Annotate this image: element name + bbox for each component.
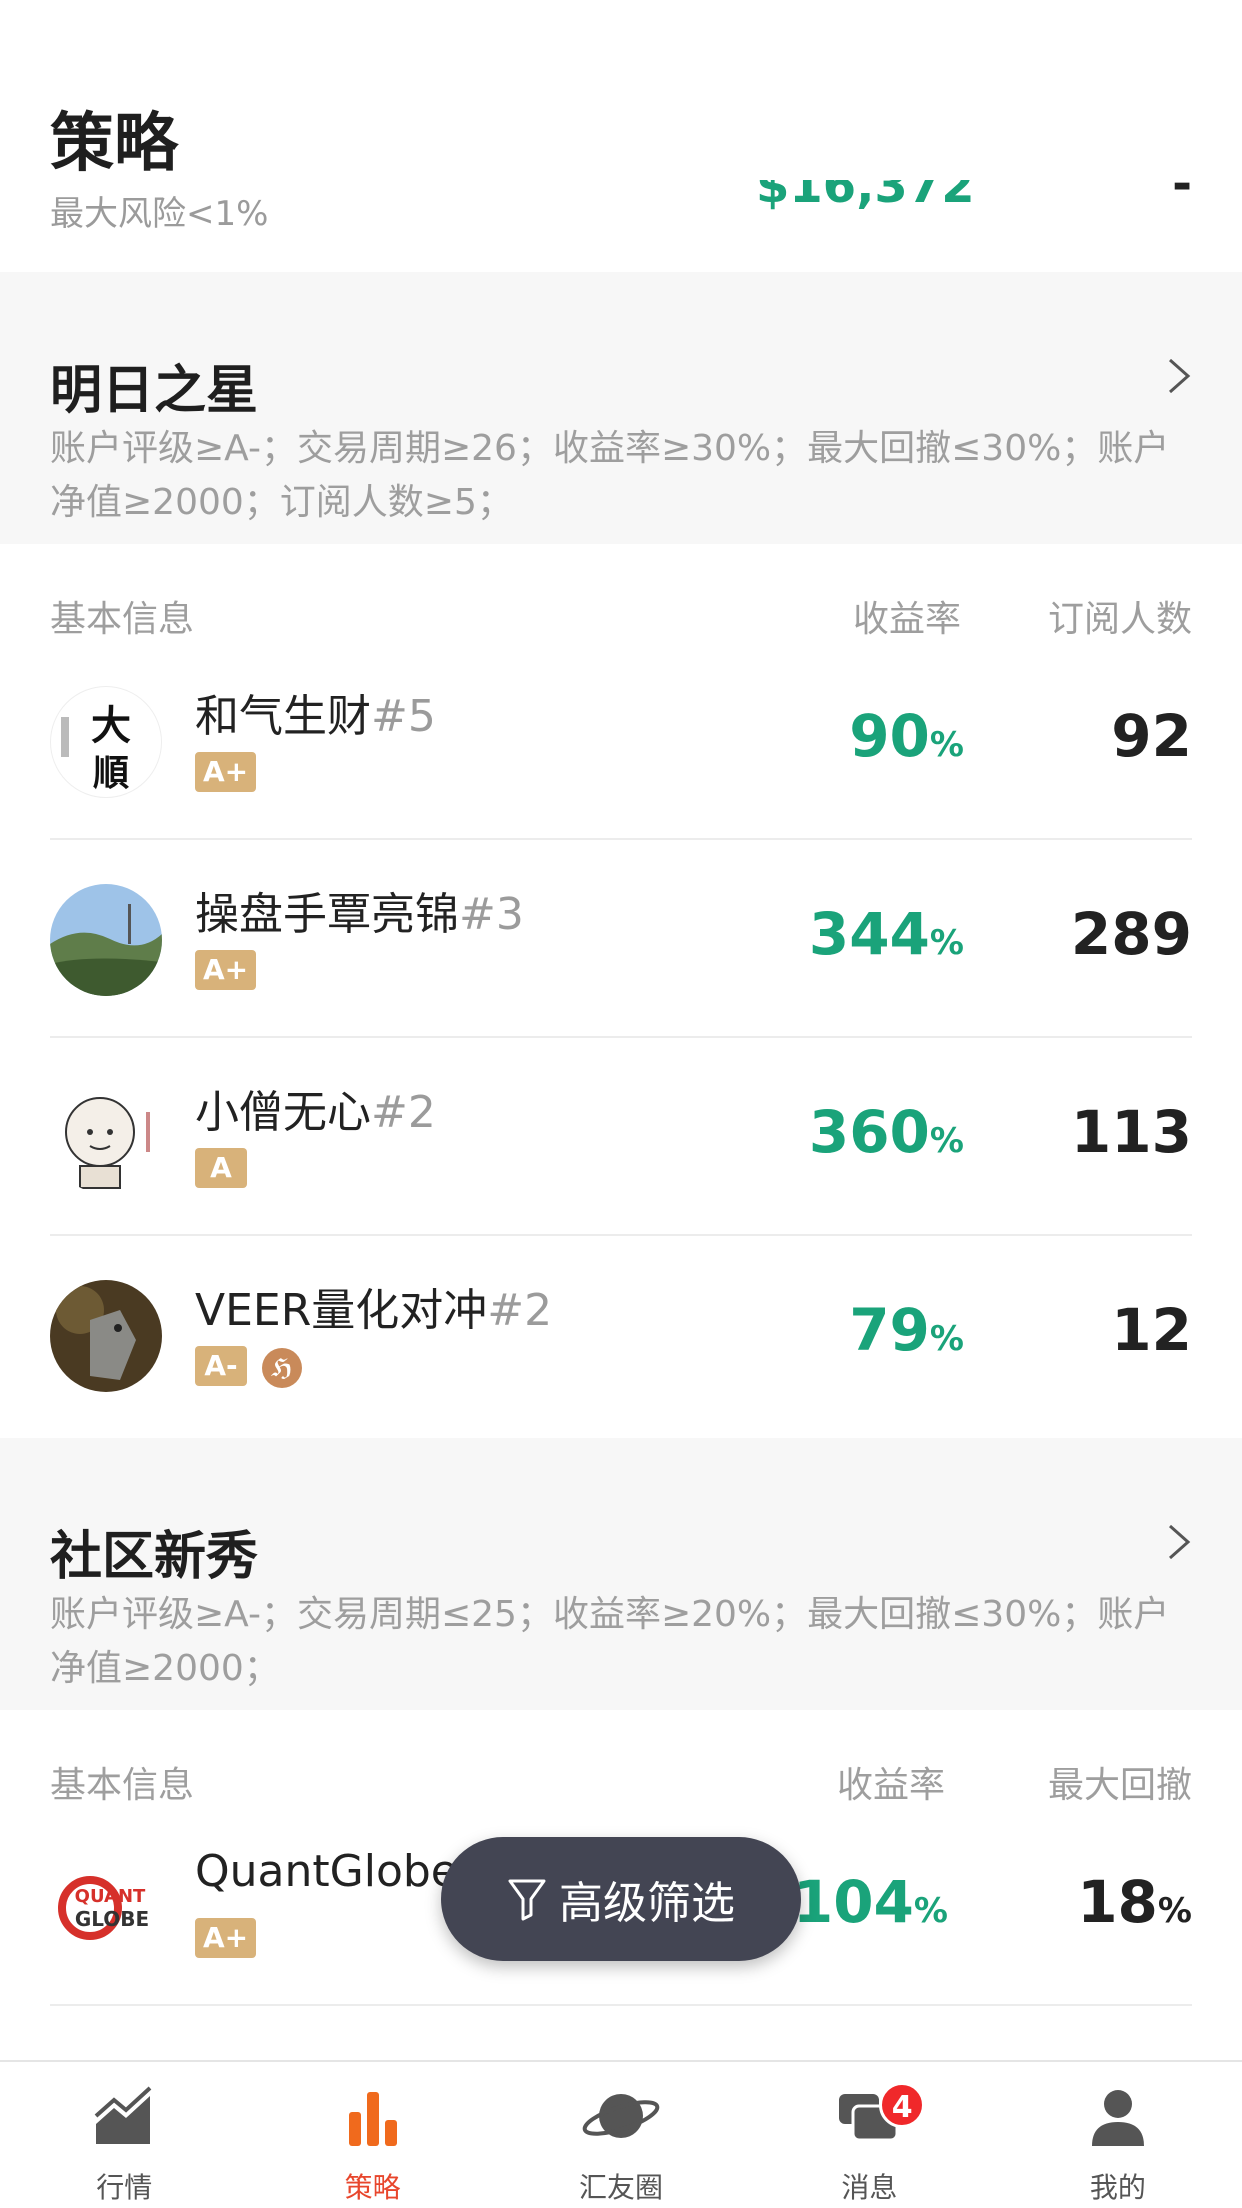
rating-badge: A+ <box>195 950 257 990</box>
col-subscribers: 订阅人数 <box>1047 599 1192 640</box>
rating-badge: A <box>195 1148 247 1188</box>
return-rate-unit: % <box>929 1121 964 1161</box>
col-rate: 收益率 <box>853 599 962 640</box>
trader-name: 小僧无心#2 <box>195 1076 436 1140</box>
return-rate-value: 79 <box>849 1296 930 1364</box>
avatar: QUANT GLOBE <box>50 1852 162 1964</box>
section-title: 明日之星 <box>50 361 259 421</box>
tab-market[interactable]: 行情 <box>0 2062 248 2208</box>
max-drawdown-unit: % <box>1157 1891 1192 1931</box>
amount-value: $16,372 <box>756 180 975 214</box>
return-rate: 360% <box>809 1098 964 1166</box>
page-title: 策略 <box>50 107 178 181</box>
trader-rank: #5 <box>371 691 436 742</box>
trader-rank: #2 <box>371 1087 436 1138</box>
svg-text:GLOBE: GLOBE <box>75 1907 149 1931</box>
list-item[interactable]: 大順 和气生财#5 A+ 90% 92 <box>0 642 1242 840</box>
col-max-drawdown: 最大回撤 <box>1047 1765 1192 1806</box>
return-rate-value: 360 <box>808 1098 930 1166</box>
max-drawdown: 18% <box>1077 1868 1192 1936</box>
subscriber-count-value: 12 <box>1111 1296 1192 1364</box>
tab-label: 汇友圈 <box>579 2171 664 2204</box>
subscriber-count-value: 92 <box>1111 702 1192 770</box>
subscriber-count: 12 <box>1111 1296 1192 1364</box>
chevron-right-icon <box>1169 358 1191 394</box>
avatar: 大順 <box>50 686 162 798</box>
list-item[interactable]: 小僧无心#2 A 360% 113 <box>0 1038 1242 1236</box>
tab-label: 行情 <box>96 2171 153 2204</box>
return-rate: 344% <box>809 900 964 968</box>
return-rate-value: 90 <box>849 702 930 770</box>
trader-name: 和气生财#5 <box>195 680 436 744</box>
avatar <box>50 1280 162 1392</box>
svg-text:QUANT: QUANT <box>75 1886 146 1907</box>
subscriber-count-value: 289 <box>1070 900 1192 968</box>
tab-label: 我的 <box>1089 2171 1146 2204</box>
col-basic-info: 基本信息 <box>50 1765 195 1806</box>
trader-rank: #2 <box>487 1285 553 1336</box>
trader-name: VEER量化对冲#2 <box>195 1274 552 1338</box>
planet-icon <box>582 2094 660 2138</box>
risk-subtitle: 最大风险<1% <box>50 194 269 234</box>
rating-badge: A- <box>195 1346 247 1386</box>
col-basic-info: 基本信息 <box>50 599 195 640</box>
max-drawdown-value: 18 <box>1077 1868 1158 1936</box>
return-rate-unit: % <box>913 1891 948 1931</box>
dash-value: - <box>1172 180 1192 212</box>
advanced-filter-button[interactable]: 高级筛选 <box>441 1837 801 1961</box>
rating-badge: A+ <box>195 752 257 792</box>
filter-icon <box>508 1879 546 1921</box>
return-rate-value: 104 <box>792 1868 914 1936</box>
col-rate: 收益率 <box>837 1765 946 1806</box>
subscriber-count: 92 <box>1111 702 1192 770</box>
tab-profile[interactable]: 我的 <box>994 2062 1242 2208</box>
trader-name-text: VEER量化对冲 <box>195 1285 488 1336</box>
certified-icon: ℌ <box>262 1348 302 1388</box>
section-title: 社区新秀 <box>50 1527 259 1587</box>
section-header-tomorrow-star[interactable]: 明日之星 账户评级≥A-；交易周期≥26；收益率≥30%；最大回撤≤30%；账户… <box>0 272 1242 544</box>
clipped-strategy-row[interactable]: 最大风险<1% $16,372 - <box>0 180 1242 270</box>
trader-name-text: 操盘手覃亮锦 <box>195 889 459 940</box>
return-rate: 79% <box>849 1296 964 1364</box>
tab-label: 策略 <box>344 2171 401 2204</box>
rating-badge: A+ <box>195 1918 257 1958</box>
return-rate: 90% <box>849 702 964 770</box>
unread-badge: 4 <box>879 2082 926 2128</box>
subscriber-count-value: 113 <box>1070 1098 1192 1166</box>
bottom-tab-bar: 行情 策略 汇友圈 4 消息 我的 <box>0 2060 1242 2208</box>
trader-rank: #3 <box>459 889 524 940</box>
trader-name: 操盘手覃亮锦#3 <box>195 878 524 942</box>
subscriber-count: 289 <box>1071 900 1192 968</box>
advanced-filter-label: 高级筛选 <box>559 1878 735 1929</box>
strategy-bars-icon <box>348 2092 397 2146</box>
section-desc: 账户评级≥A-；交易周期≤25；收益率≥20%；最大回撤≤30%；账户净值≥20… <box>50 1594 1170 1689</box>
tab-strategy[interactable]: 策略 <box>248 2062 496 2208</box>
tab-community[interactable]: 汇友圈 <box>497 2062 745 2208</box>
user-icon <box>1091 2090 1144 2146</box>
market-chart-icon <box>94 2086 152 2144</box>
svg-text:順: 順 <box>93 753 129 794</box>
chevron-right-icon <box>1169 1524 1191 1560</box>
return-rate-unit: % <box>929 923 964 963</box>
avatar <box>50 1082 162 1194</box>
trader-name-text: 和气生财 <box>195 691 371 742</box>
avatar <box>50 884 162 996</box>
svg-text:大: 大 <box>91 703 131 749</box>
list-item[interactable]: VEER量化对冲#2 A- ℌ 79% 12 <box>0 1236 1242 1434</box>
trader-name-text: QuantGlobe <box>195 1846 458 1897</box>
return-rate-unit: % <box>929 1319 964 1359</box>
return-rate-unit: % <box>929 725 964 765</box>
return-rate-value: 344 <box>808 900 930 968</box>
divider <box>50 2004 1192 2006</box>
tab-messages[interactable]: 4 消息 <box>745 2062 993 2208</box>
section-desc: 账户评级≥A-；交易周期≥26；收益率≥30%；最大回撤≤30%；账户净值≥20… <box>50 428 1170 523</box>
subscriber-count: 113 <box>1071 1098 1192 1166</box>
tab-label: 消息 <box>841 2171 898 2204</box>
return-rate: 104% <box>793 1868 948 1936</box>
list-item[interactable]: 操盘手覃亮锦#3 A+ 344% 289 <box>0 840 1242 1038</box>
trader-name-text: 小僧无心 <box>195 1087 371 1138</box>
section-header-community-newcomer[interactable]: 社区新秀 账户评级≥A-；交易周期≤25；收益率≥20%；最大回撤≤30%；账户… <box>0 1438 1242 1710</box>
